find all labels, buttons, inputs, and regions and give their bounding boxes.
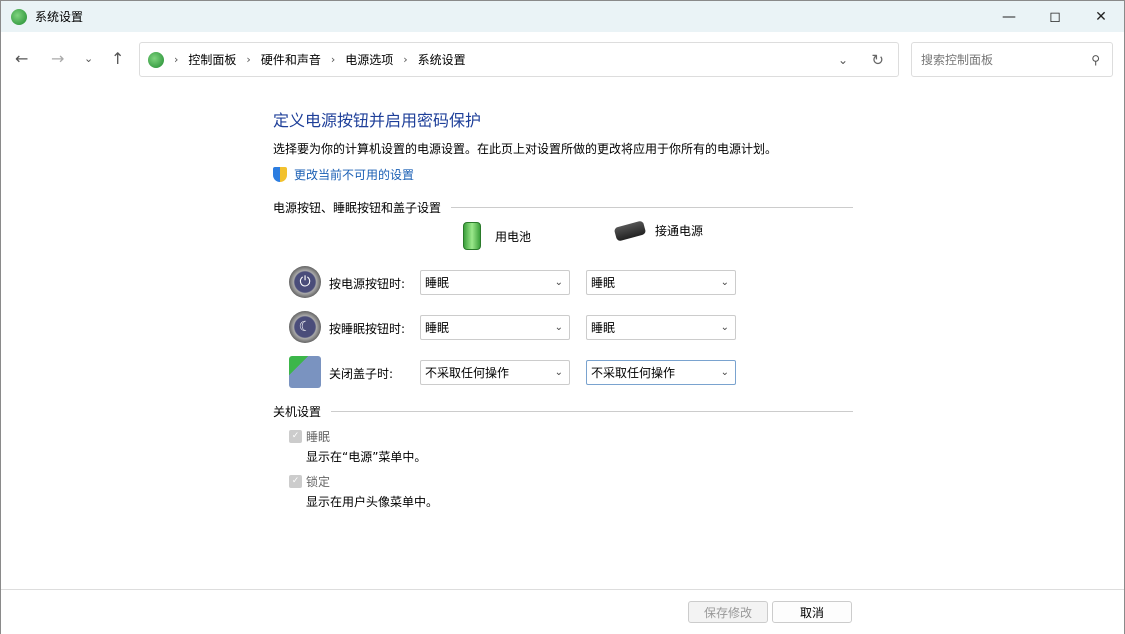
- checkmark-icon[interactable]: ✓: [289, 430, 302, 443]
- change-unavailable-settings-link[interactable]: 更改当前不可用的设置: [273, 166, 853, 183]
- chevron-right-icon[interactable]: ›: [403, 53, 407, 66]
- column-battery: 用电池: [463, 222, 531, 250]
- chevron-down-icon[interactable]: ⌄: [838, 53, 848, 67]
- lid-close-battery-select[interactable]: 不采取任何操作 ⌄: [420, 360, 570, 385]
- power-button-row: ⏻ 按电源按钮时: 睡眠 ⌄ 睡眠 ⌄: [273, 266, 853, 311]
- up-button[interactable]: ↑: [111, 49, 124, 68]
- breadcrumb-power-options[interactable]: 电源选项: [345, 51, 393, 68]
- row-label: 按电源按钮时:: [329, 277, 406, 291]
- row-label: 按睡眠按钮时:: [329, 322, 406, 336]
- power-button-icon: ⏻: [289, 266, 321, 298]
- chevron-down-icon: ⌄: [720, 367, 729, 378]
- recent-locations-button[interactable]: ⌄: [84, 52, 93, 65]
- main-content: 定义电源按钮并启用密码保护 选择要为你的计算机设置的电源设置。在此页上对设置所做…: [273, 107, 853, 510]
- column-label: 用电池: [495, 229, 532, 244]
- chevron-down-icon: ⌄: [720, 277, 729, 288]
- sleep-checkbox[interactable]: ✓ 睡眠: [289, 428, 853, 445]
- page-description: 选择要为你的计算机设置的电源设置。在此页上对设置所做的更改将应用于你所有的电源计…: [273, 142, 778, 156]
- checkbox-description: 显示在“电源”菜单中。: [306, 450, 427, 464]
- sleep-button-plugged-select[interactable]: 睡眠 ⌄: [586, 315, 736, 340]
- select-value: 睡眠: [425, 276, 450, 290]
- uac-shield-icon: [273, 167, 287, 182]
- power-options-icon: [11, 8, 27, 25]
- select-value: 不采取任何操作: [591, 366, 676, 380]
- search-icon[interactable]: ⚲: [1091, 53, 1100, 67]
- checkbox-label: 锁定: [306, 475, 331, 489]
- chevron-down-icon: ⌄: [554, 322, 563, 333]
- sleep-button-icon: ☾: [289, 311, 321, 343]
- checkmark-icon[interactable]: ✓: [289, 475, 302, 488]
- minimize-button[interactable]: —: [986, 1, 1032, 32]
- lid-close-row: 关闭盖子时: 不采取任何操作 ⌄ 不采取任何操作 ⌄: [273, 356, 853, 401]
- navigation-bar: ← → ⌄ ↑ › 控制面板 › 硬件和声音 › 电源选项 › 系统设置 ⌄ ↻…: [1, 32, 1124, 87]
- select-value: 睡眠: [591, 276, 616, 290]
- search-placeholder: 搜索控制面板: [921, 53, 994, 67]
- title-bar: 系统设置 — ◻ ✕: [1, 1, 1124, 32]
- back-button[interactable]: ←: [15, 49, 28, 68]
- battery-icon: [463, 222, 481, 250]
- sleep-button-row: ☾ 按睡眠按钮时: 睡眠 ⌄ 睡眠 ⌄: [273, 311, 853, 356]
- page-title: 定义电源按钮并启用密码保护: [273, 111, 482, 130]
- lock-checkbox[interactable]: ✓ 锁定: [289, 473, 853, 490]
- sleep-button-battery-select[interactable]: 睡眠 ⌄: [420, 315, 570, 340]
- maximize-button[interactable]: ◻: [1032, 1, 1078, 32]
- column-label: 接通电源: [655, 224, 704, 238]
- breadcrumb-system-settings[interactable]: 系统设置: [418, 51, 466, 68]
- chevron-down-icon: ⌄: [554, 277, 563, 288]
- forward-button[interactable]: →: [51, 49, 64, 68]
- close-button[interactable]: ✕: [1078, 1, 1124, 32]
- link-label[interactable]: 更改当前不可用的设置: [294, 166, 414, 183]
- chevron-right-icon[interactable]: ›: [331, 53, 335, 66]
- chevron-down-icon: ⌄: [554, 367, 563, 378]
- section-title: 关机设置: [273, 405, 322, 419]
- window-title: 系统设置: [35, 10, 84, 24]
- breadcrumb-hardware-sound[interactable]: 硬件和声音: [261, 51, 321, 68]
- select-value: 不采取任何操作: [425, 366, 510, 380]
- lid-close-plugged-select[interactable]: 不采取任何操作 ⌄: [586, 360, 736, 385]
- power-button-plugged-select[interactable]: 睡眠 ⌄: [586, 270, 736, 295]
- section-title: 电源按钮、睡眠按钮和盖子设置: [273, 201, 442, 215]
- row-label: 关闭盖子时:: [329, 367, 394, 381]
- power-button-battery-select[interactable]: 睡眠 ⌄: [420, 270, 570, 295]
- chevron-right-icon[interactable]: ›: [246, 53, 250, 66]
- divider: [331, 411, 853, 412]
- checkbox-label: 睡眠: [306, 430, 331, 444]
- chevron-down-icon: ⌄: [720, 322, 729, 333]
- divider: [451, 207, 853, 208]
- footer: 保存修改 取消: [1, 589, 1124, 634]
- checkbox-description: 显示在用户头像菜单中。: [306, 495, 439, 509]
- power-plug-icon: [613, 219, 647, 242]
- select-value: 睡眠: [591, 321, 616, 335]
- breadcrumb-control-panel[interactable]: 控制面板: [188, 51, 236, 68]
- laptop-lid-icon: [289, 356, 321, 388]
- search-input[interactable]: 搜索控制面板 ⚲: [911, 42, 1113, 77]
- chevron-right-icon[interactable]: ›: [174, 53, 178, 66]
- cancel-button[interactable]: 取消: [772, 601, 852, 623]
- control-panel-icon: [148, 51, 164, 68]
- section-header: 电源按钮、睡眠按钮和盖子设置: [273, 199, 853, 216]
- section-header: 关机设置: [273, 403, 853, 420]
- address-bar[interactable]: › 控制面板 › 硬件和声音 › 电源选项 › 系统设置 ⌄ ↻: [139, 42, 899, 77]
- column-plugged-in: 接通电源: [613, 219, 704, 242]
- save-button[interactable]: 保存修改: [688, 601, 768, 623]
- select-value: 睡眠: [425, 321, 450, 335]
- refresh-icon[interactable]: ↻: [871, 51, 884, 69]
